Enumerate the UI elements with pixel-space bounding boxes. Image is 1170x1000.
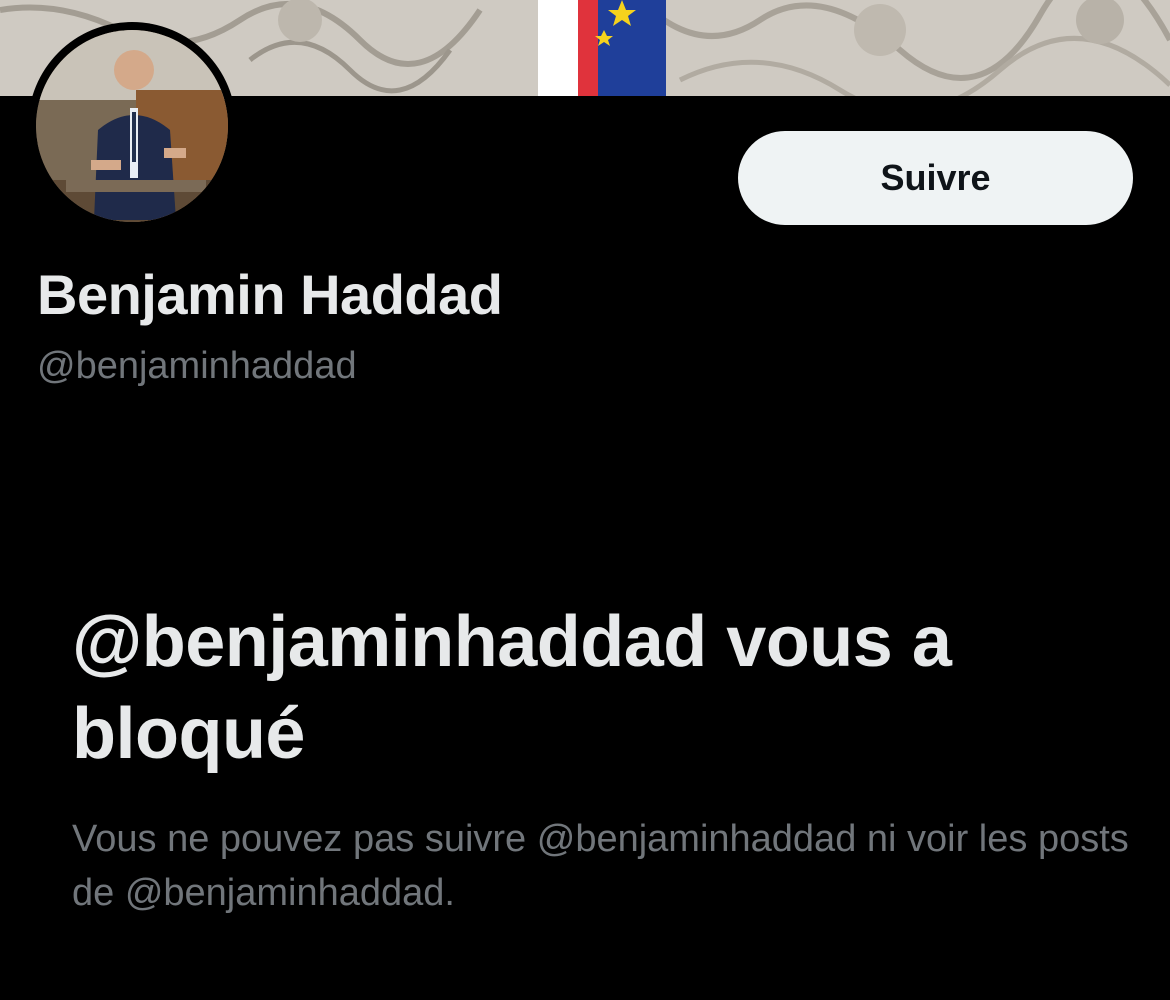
- user-handle: @benjaminhaddad: [37, 345, 357, 387]
- avatar[interactable]: [28, 22, 236, 230]
- blocked-title: @benjaminhaddad vous a bloqué: [72, 602, 952, 774]
- profile-page: Suivre Benjamin Haddad @benjaminhaddad @…: [0, 0, 1170, 1000]
- blocked-description: Vous ne pouvez pas suivre @benjaminhadda…: [72, 818, 1129, 914]
- display-name: Benjamin Haddad: [37, 263, 503, 326]
- follow-button[interactable]: Suivre: [738, 131, 1133, 225]
- avatar-image: [36, 30, 228, 222]
